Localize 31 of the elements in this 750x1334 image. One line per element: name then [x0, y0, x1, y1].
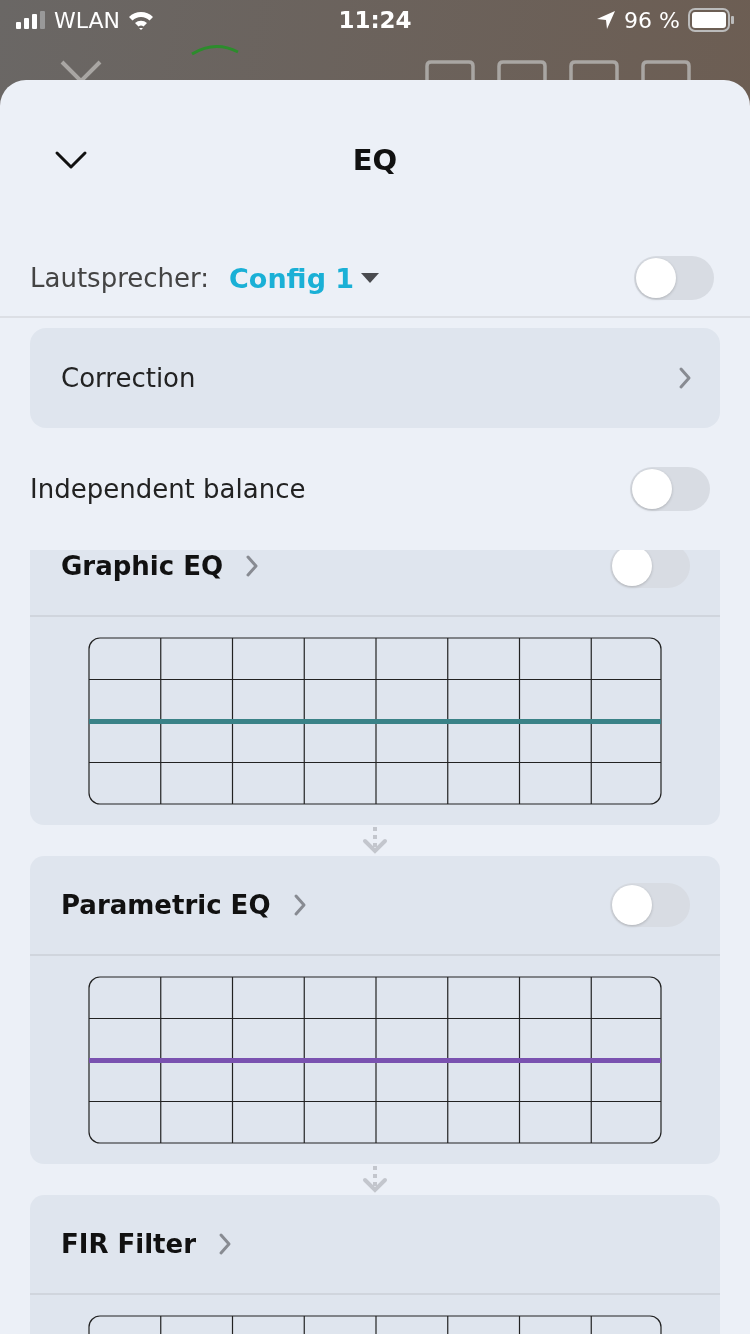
signal-icon	[16, 11, 46, 29]
close-icon	[60, 60, 102, 80]
speaker-label: Lautsprecher:	[30, 263, 210, 293]
toolbar-icon	[569, 60, 619, 80]
toggle-switch[interactable]	[610, 550, 690, 588]
sheet-title: EQ	[351, 143, 399, 177]
toolbar-icon	[641, 60, 691, 80]
eq-section-link[interactable]: FIR Filter	[61, 1229, 232, 1259]
carrier-label: WLAN	[54, 7, 121, 33]
chevron-down-icon	[54, 150, 88, 170]
toolbar-icon	[425, 60, 475, 80]
chevron-right-icon	[678, 366, 692, 390]
balance-label: Independent balance	[30, 474, 306, 504]
chevron-right-icon	[245, 554, 260, 578]
toggle-switch[interactable]	[630, 467, 710, 511]
battery-percent: 96 %	[624, 7, 680, 33]
eq-section-link[interactable]: Parametric EQ	[61, 890, 307, 920]
clock: 11:24	[338, 7, 412, 33]
caret-icon	[360, 272, 381, 284]
battery-icon	[688, 8, 734, 32]
toggle-switch[interactable]	[634, 256, 714, 300]
toolbar-icon	[497, 60, 547, 80]
wifi-icon	[128, 10, 155, 30]
location-arrow-icon	[596, 10, 617, 30]
flow-arrow-icon	[361, 826, 389, 854]
eq-section-link[interactable]: Graphic EQ	[61, 551, 260, 581]
chevron-right-icon	[292, 893, 307, 917]
toggle-switch[interactable]	[610, 883, 690, 927]
chevron-right-icon	[218, 1232, 232, 1256]
correction-item[interactable]: Correction	[30, 328, 720, 428]
flow-arrow-icon	[361, 1165, 389, 1193]
